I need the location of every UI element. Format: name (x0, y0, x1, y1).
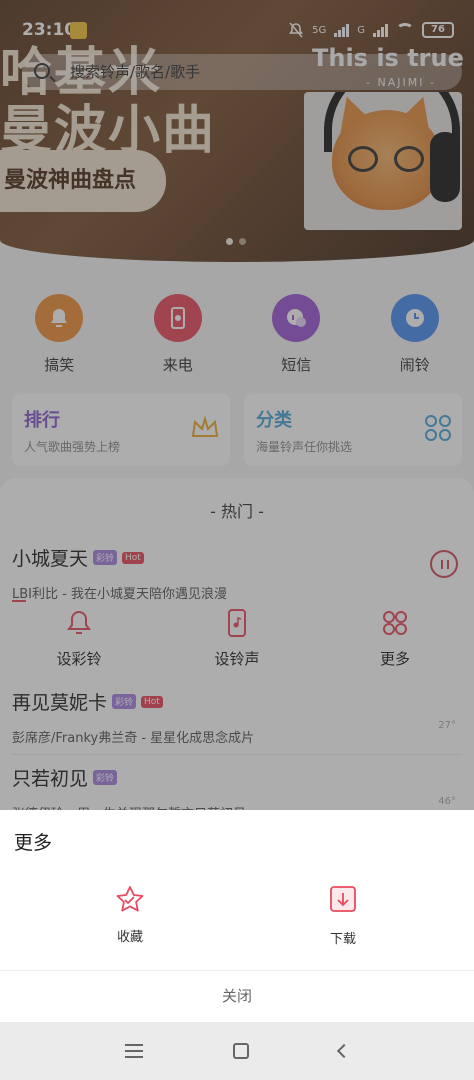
sheet-title: 更多 (14, 832, 53, 854)
system-nav-bar (0, 1022, 474, 1080)
home-icon[interactable] (233, 1043, 249, 1059)
back-icon[interactable] (336, 1043, 352, 1059)
modal-overlay[interactable] (0, 0, 474, 810)
close-button[interactable]: 关闭 (0, 971, 474, 1022)
download-icon (330, 886, 356, 912)
star-icon (116, 886, 144, 912)
download-button[interactable]: 下载 (313, 884, 373, 947)
menu-icon[interactable] (125, 1044, 143, 1058)
favorite-button[interactable]: 收藏 (100, 884, 160, 945)
more-sheet: 更多 收藏 下载 关闭 (0, 810, 474, 1022)
option-label: 收藏 (116, 930, 143, 945)
option-label: 下载 (329, 932, 356, 947)
